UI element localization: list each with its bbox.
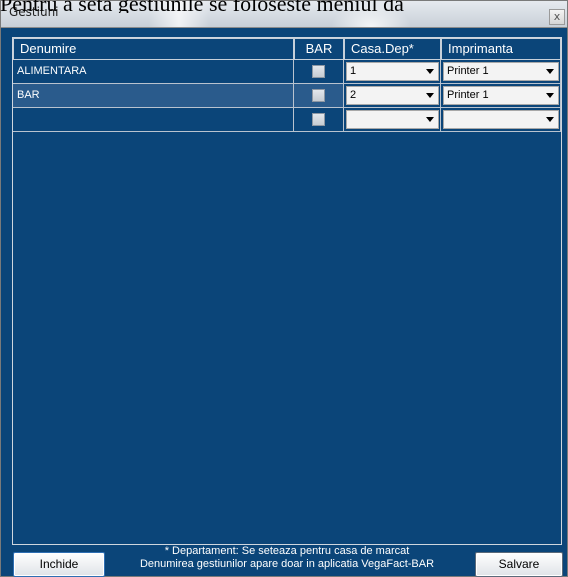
table-row-new[interactable] <box>13 108 561 132</box>
cell-denumire[interactable] <box>13 108 294 132</box>
casa-dep-select[interactable] <box>346 110 439 129</box>
footer-note: * Departament: Se seteaza pentru casa de… <box>101 545 473 571</box>
bar-checkbox[interactable] <box>312 65 325 78</box>
dropdown-arrow-icon[interactable] <box>542 87 558 104</box>
cell-imprimanta: Printer 1 <box>441 60 561 84</box>
gestiuni-window: Gestiuni x Denumire BAR Casa.Dep* Imprim… <box>0 0 568 577</box>
column-header-bar[interactable]: BAR <box>294 38 344 60</box>
column-header-imprimanta[interactable]: Imprimanta <box>441 38 561 60</box>
cell-bar <box>294 60 344 84</box>
cell-casa-dep: 1 <box>344 60 441 84</box>
imprimanta-value: Printer 1 <box>447 65 489 77</box>
imprimanta-value: Printer 1 <box>447 89 489 101</box>
close-button[interactable]: Inchide <box>13 552 105 577</box>
casa-dep-select[interactable]: 1 <box>346 62 439 81</box>
cell-bar <box>294 108 344 132</box>
casa-dep-select[interactable]: 2 <box>346 86 439 105</box>
dropdown-arrow-icon[interactable] <box>422 63 438 80</box>
imprimanta-select[interactable]: Printer 1 <box>443 62 559 81</box>
dropdown-arrow-icon[interactable] <box>542 111 558 128</box>
cell-casa-dep: 2 <box>344 84 441 108</box>
cell-denumire[interactable]: ALIMENTARA <box>13 60 294 84</box>
background-document-text: Pentru a seta gestiunile se foloseste me… <box>0 0 404 13</box>
cell-imprimanta: Printer 1 <box>441 84 561 108</box>
dropdown-arrow-icon[interactable] <box>422 87 438 104</box>
gestiuni-grid: Denumire BAR Casa.Dep* Imprimanta ALIMEN… <box>12 37 562 545</box>
cell-bar <box>294 84 344 108</box>
table-row[interactable]: BAR 2 Printer 1 <box>13 84 561 108</box>
cell-imprimanta <box>441 108 561 132</box>
dropdown-arrow-icon[interactable] <box>542 63 558 80</box>
imprimanta-select[interactable] <box>443 110 559 129</box>
casa-dep-value: 1 <box>350 65 357 77</box>
bar-checkbox[interactable] <box>312 89 325 102</box>
grid-header: Denumire BAR Casa.Dep* Imprimanta <box>13 38 561 60</box>
column-header-casa-dep[interactable]: Casa.Dep* <box>344 38 441 60</box>
imprimanta-select[interactable]: Printer 1 <box>443 86 559 105</box>
column-header-denumire[interactable]: Denumire <box>13 38 294 60</box>
casa-dep-value: 2 <box>350 89 357 101</box>
cell-casa-dep <box>344 108 441 132</box>
footer-note-line2: Denumirea gestiunilor apare doar in apli… <box>139 558 435 570</box>
save-button[interactable]: Salvare <box>475 552 563 577</box>
footer-note-line1: * Departament: Se seteaza pentru casa de… <box>164 545 410 557</box>
table-row[interactable]: ALIMENTARA 1 Printer 1 <box>13 60 561 84</box>
dropdown-arrow-icon[interactable] <box>422 111 438 128</box>
bar-checkbox[interactable] <box>312 113 325 126</box>
cell-denumire[interactable]: BAR <box>13 84 294 108</box>
